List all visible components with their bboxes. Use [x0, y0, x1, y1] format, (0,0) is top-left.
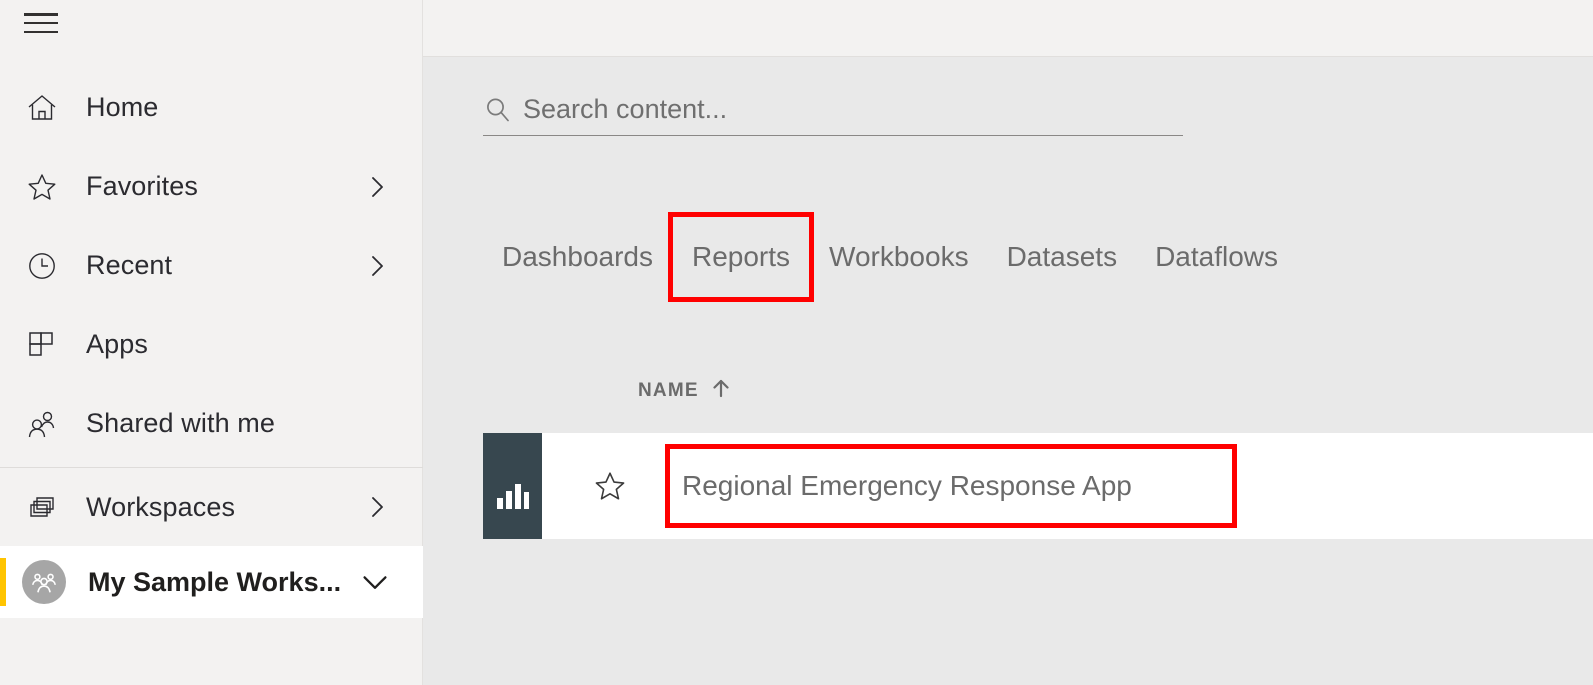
tab-dataflows[interactable]: Dataflows — [1136, 229, 1297, 285]
selected-accent-bar — [0, 558, 6, 606]
chevron-right-icon[interactable] — [364, 253, 390, 279]
nav-list: Home Favorites Recent Apps Shared with m… — [0, 68, 423, 463]
chevron-right-icon[interactable] — [364, 174, 390, 200]
content-type-tabs: Dashboards Reports Workbooks Datasets Da… — [483, 212, 1297, 302]
power-bi-app-window: Home Favorites Recent Apps Shared with m… — [0, 0, 1593, 685]
sidebar-item-recent[interactable]: Recent — [0, 226, 423, 305]
sidebar-item-label: Shared with me — [86, 408, 275, 438]
home-icon — [22, 88, 62, 128]
apps-grid-icon — [22, 325, 62, 365]
report-name-label: Regional Emergency Response App — [682, 470, 1132, 501]
arrow-up-icon — [710, 377, 732, 405]
column-header-label: NAME — [638, 380, 699, 401]
main-content-area: Dashboards Reports Workbooks Datasets Da… — [423, 0, 1593, 685]
hamburger-line — [24, 21, 58, 25]
star-outline-icon[interactable] — [580, 469, 640, 503]
tab-workbooks[interactable]: Workbooks — [810, 229, 988, 285]
hamburger-menu-icon[interactable] — [24, 12, 58, 34]
chevron-right-icon[interactable] — [364, 494, 390, 520]
table-row[interactable]: Regional Emergency Response App — [483, 433, 1593, 539]
report-name-cell[interactable]: Regional Emergency Response App — [665, 444, 1237, 528]
star-icon — [22, 167, 62, 207]
column-header-name[interactable]: NAME — [638, 377, 732, 405]
clock-icon — [22, 246, 62, 286]
sidebar-item-label: Favorites — [86, 171, 198, 201]
content-body: Dashboards Reports Workbooks Datasets Da… — [423, 57, 1593, 685]
search-bar[interactable] — [483, 94, 1183, 136]
sidebar-item-workspaces[interactable]: Workspaces — [0, 468, 423, 546]
workspace-name-label: My Sample Works... — [88, 566, 342, 597]
sidebar-item-label: Home — [86, 92, 159, 122]
sidebar-item-apps[interactable]: Apps — [0, 305, 423, 384]
search-input[interactable] — [523, 94, 1163, 125]
top-header-bar — [423, 0, 1593, 57]
hamburger-line — [24, 13, 58, 16]
bar-chart-icon — [496, 484, 529, 509]
group-avatar-icon — [22, 560, 66, 604]
sidebar-item-label: Apps — [86, 329, 148, 359]
sidebar-item-favorites[interactable]: Favorites — [0, 147, 423, 226]
stacked-windows-icon — [22, 487, 62, 527]
people-icon — [22, 404, 62, 444]
chevron-down-icon[interactable] — [360, 567, 390, 597]
sidebar-item-label: Recent — [86, 250, 173, 280]
tab-dashboards[interactable]: Dashboards — [483, 229, 672, 285]
left-nav-sidebar: Home Favorites Recent Apps Shared with m… — [0, 0, 423, 685]
sidebar-item-my-sample-workspace[interactable]: My Sample Works... — [0, 546, 423, 618]
tab-datasets[interactable]: Datasets — [988, 229, 1137, 285]
search-icon — [483, 95, 517, 125]
report-thumbnail — [483, 433, 542, 539]
tab-reports[interactable]: Reports — [667, 212, 815, 302]
hamburger-line — [24, 30, 58, 33]
workspaces-group: Workspaces My Sample Works... — [0, 468, 423, 618]
sidebar-item-label: Workspaces — [86, 491, 236, 522]
sidebar-item-home[interactable]: Home — [0, 68, 423, 147]
sidebar-item-shared-with-me[interactable]: Shared with me — [0, 384, 423, 463]
